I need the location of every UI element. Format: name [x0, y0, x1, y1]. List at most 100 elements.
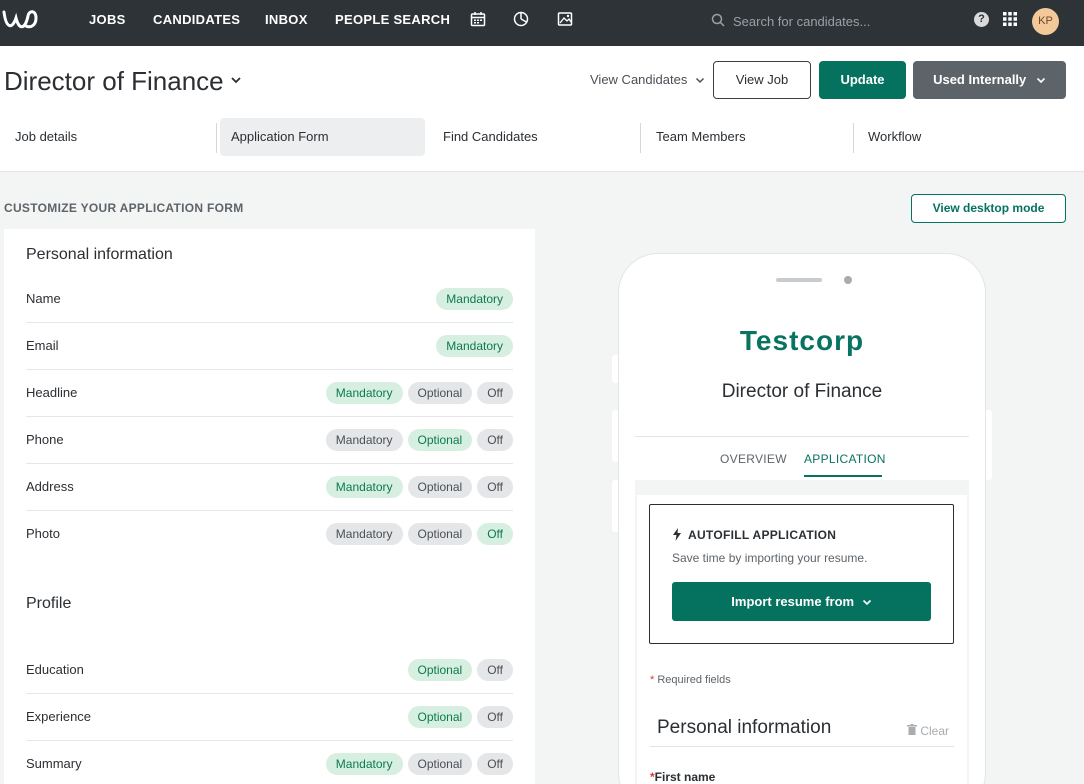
divider [635, 436, 969, 437]
mandatory-option[interactable]: Mandatory [325, 523, 403, 545]
chevron-down-icon [862, 599, 871, 606]
chevron-down-icon [695, 77, 704, 84]
view-candidates-dropdown[interactable]: View Candidates [590, 72, 705, 87]
first-name-text: First name [654, 770, 716, 784]
mandatory-option[interactable]: Mandatory [436, 288, 513, 310]
image-icon[interactable] [557, 11, 573, 27]
clear-label: Clear [920, 724, 950, 738]
tab-divider [853, 123, 854, 153]
autofill-subtitle: Save time by importing your resume. [672, 551, 868, 565]
import-resume-button[interactable]: Import resume from [672, 582, 931, 621]
tab-find-candidates[interactable]: Find Candidates [432, 118, 637, 156]
view-candidates-label: View Candidates [590, 72, 688, 87]
profile-heading: Profile [26, 595, 72, 612]
job-tabs: Job details Application Form Find Candid… [0, 118, 1084, 158]
visibility-options: Mandatory Optional Off [325, 523, 513, 545]
tab-team-members[interactable]: Team Members [645, 118, 850, 156]
optional-option[interactable]: Optional [407, 706, 473, 728]
field-label: Photo [26, 526, 60, 541]
preview-tab-application[interactable]: APPLICATION [804, 452, 886, 466]
nav-people-search[interactable]: PEOPLE SEARCH [335, 12, 450, 27]
nav-jobs[interactable]: JOBS [89, 12, 126, 27]
avatar[interactable]: KP [1032, 8, 1059, 35]
optional-option[interactable]: Optional [407, 523, 473, 545]
chevron-down-icon [1036, 77, 1045, 84]
required-text: Required fields [654, 674, 731, 686]
visibility-options: Mandatory Optional Off [325, 753, 513, 775]
field-row-summary: Summary Mandatory Optional Off [26, 741, 513, 784]
nav-candidates[interactable]: CANDIDATES [153, 12, 240, 27]
mandatory-option[interactable]: Mandatory [436, 335, 513, 357]
help-icon[interactable]: ? [974, 12, 989, 27]
preview-tab-overview[interactable]: OVERVIEW [720, 452, 787, 466]
field-row-headline: Headline Mandatory Optional Off [26, 370, 513, 417]
used-internally-label: Used Internally [933, 72, 1027, 87]
search-box[interactable] [703, 10, 953, 32]
field-label: Email [26, 338, 59, 353]
tab-workflow[interactable]: Workflow [857, 118, 1062, 156]
mandatory-option[interactable]: Mandatory [325, 382, 403, 404]
field-label: Phone [26, 432, 64, 447]
field-row-name: Name Mandatory [26, 276, 513, 323]
clear-button[interactable]: Clear [907, 724, 949, 738]
off-option[interactable]: Off [477, 523, 513, 545]
visibility-options: Mandatory Optional Off [325, 382, 513, 404]
tab-application-form[interactable]: Application Form [220, 118, 425, 156]
pie-chart-icon[interactable] [513, 11, 529, 27]
update-button[interactable]: Update [819, 61, 906, 99]
tab-job-details[interactable]: Job details [4, 118, 214, 156]
optional-option[interactable]: Optional [407, 429, 473, 451]
optional-option[interactable]: Optional [407, 753, 473, 775]
top-navigation: JOBS CANDIDATES INBOX PEOPLE SEARCH ? KP [0, 0, 1084, 46]
optional-option[interactable]: Optional [407, 476, 473, 498]
search-icon [711, 13, 725, 27]
optional-option[interactable]: Optional [407, 382, 473, 404]
phone-camera [844, 276, 852, 284]
mandatory-option[interactable]: Mandatory [325, 476, 403, 498]
chevron-down-icon[interactable] [230, 76, 242, 84]
view-desktop-mode-button[interactable]: View desktop mode [911, 194, 1066, 223]
apps-grid-icon[interactable] [1003, 12, 1017, 26]
required-fields-note: * Required fields [650, 674, 731, 686]
import-resume-label: Import resume from [731, 594, 855, 609]
preview-personal-info-heading: Personal information [657, 717, 832, 738]
optional-option[interactable]: Optional [407, 659, 473, 681]
field-row-phone: Phone Mandatory Optional Off [26, 417, 513, 464]
active-tab-indicator [804, 475, 882, 477]
field-label: Headline [26, 385, 78, 400]
field-row-email: Email Mandatory [26, 323, 513, 370]
calendar-icon[interactable] [470, 11, 486, 27]
page-title[interactable]: Director of Finance [4, 66, 224, 97]
search-input[interactable] [733, 11, 943, 31]
mandatory-option[interactable]: Mandatory [325, 753, 403, 775]
field-label: Experience [26, 709, 92, 724]
field-row-photo: Photo Mandatory Optional Off [26, 511, 513, 558]
lightning-icon [673, 528, 681, 541]
first-name-label: *First name [650, 770, 715, 784]
tab-divider [640, 123, 641, 153]
mandatory-option[interactable]: Mandatory [325, 429, 403, 451]
visibility-options: Mandatory Optional Off [325, 429, 513, 451]
used-internally-dropdown[interactable]: Used Internally [913, 61, 1066, 99]
off-option[interactable]: Off [477, 753, 513, 775]
company-logo-text: Testcorp [739, 325, 865, 356]
autofill-box [649, 504, 954, 644]
job-header: Director of Finance View Candidates View… [0, 46, 1084, 172]
trash-icon [907, 724, 917, 735]
off-option[interactable]: Off [477, 476, 513, 498]
nav-inbox[interactable]: INBOX [265, 12, 308, 27]
off-option[interactable]: Off [477, 382, 513, 404]
field-label: Address [26, 479, 74, 494]
personal-info-heading: Personal information [26, 246, 173, 263]
off-option[interactable]: Off [477, 429, 513, 451]
visibility-options: Optional Off [407, 706, 513, 728]
off-option[interactable]: Off [477, 706, 513, 728]
field-label: Name [26, 291, 61, 306]
view-job-button[interactable]: View Job [713, 61, 811, 99]
off-option[interactable]: Off [477, 659, 513, 681]
visibility-options: Mandatory [436, 335, 513, 357]
visibility-options: Mandatory Optional Off [325, 476, 513, 498]
phone-speaker [776, 278, 822, 282]
tab-divider [216, 123, 217, 153]
workable-logo-icon[interactable] [2, 6, 44, 36]
